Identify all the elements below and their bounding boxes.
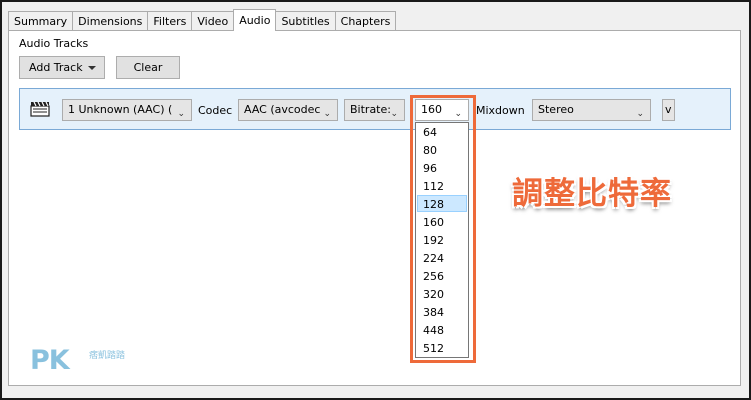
- audio-tracks-heading: Audio Tracks: [19, 37, 89, 50]
- codec-select[interactable]: AAC (avcodec ⌄: [238, 99, 338, 121]
- chevron-down-icon: [88, 66, 96, 70]
- tab-dimensions[interactable]: Dimensions: [72, 11, 149, 31]
- chevron-down-icon: ⌄: [390, 109, 398, 119]
- samplerate-value: v: [665, 103, 672, 116]
- clear-button[interactable]: Clear: [116, 56, 180, 79]
- tab-bar: Summary Dimensions Filters Video Audio S…: [8, 9, 397, 31]
- bitrate-mode-value: Bitrate:: [350, 103, 391, 116]
- chevron-down-icon: ⌄: [177, 109, 185, 119]
- tab-subtitles[interactable]: Subtitles: [275, 11, 336, 31]
- watermark: PK 痞凱踏踏: [30, 345, 125, 376]
- watermark-logo: PK: [30, 345, 70, 376]
- source-track-value: 1 Unknown (AAC) (: [68, 103, 173, 116]
- chevron-down-icon: ⌄: [323, 109, 331, 119]
- clapperboard-icon[interactable]: [30, 101, 50, 117]
- tab-audio[interactable]: Audio: [233, 9, 277, 31]
- tab-filters[interactable]: Filters: [147, 11, 193, 31]
- tab-summary[interactable]: Summary: [8, 11, 74, 31]
- mixdown-value: Stereo: [538, 103, 574, 116]
- tab-video[interactable]: Video: [191, 11, 235, 31]
- samplerate-select[interactable]: v: [662, 99, 675, 121]
- watermark-subtext: 痞凱踏踏: [89, 351, 126, 361]
- codec-value: AAC (avcodec: [244, 103, 321, 116]
- mixdown-select[interactable]: Stereo ⌄: [532, 99, 651, 121]
- tab-chapters[interactable]: Chapters: [334, 11, 397, 31]
- add-track-label: Add Track: [29, 61, 83, 74]
- bitrate-mode-select[interactable]: Bitrate: ⌄: [344, 99, 405, 121]
- annotation-callout: 調整比特率: [512, 176, 672, 212]
- add-track-button[interactable]: Add Track: [19, 56, 105, 79]
- source-track-select[interactable]: 1 Unknown (AAC) ( ⌄: [62, 99, 192, 121]
- chevron-down-icon: ⌄: [636, 109, 644, 119]
- mixdown-label: Mixdown: [476, 104, 525, 117]
- highlight-box: [410, 95, 476, 363]
- codec-label: Codec: [198, 104, 233, 117]
